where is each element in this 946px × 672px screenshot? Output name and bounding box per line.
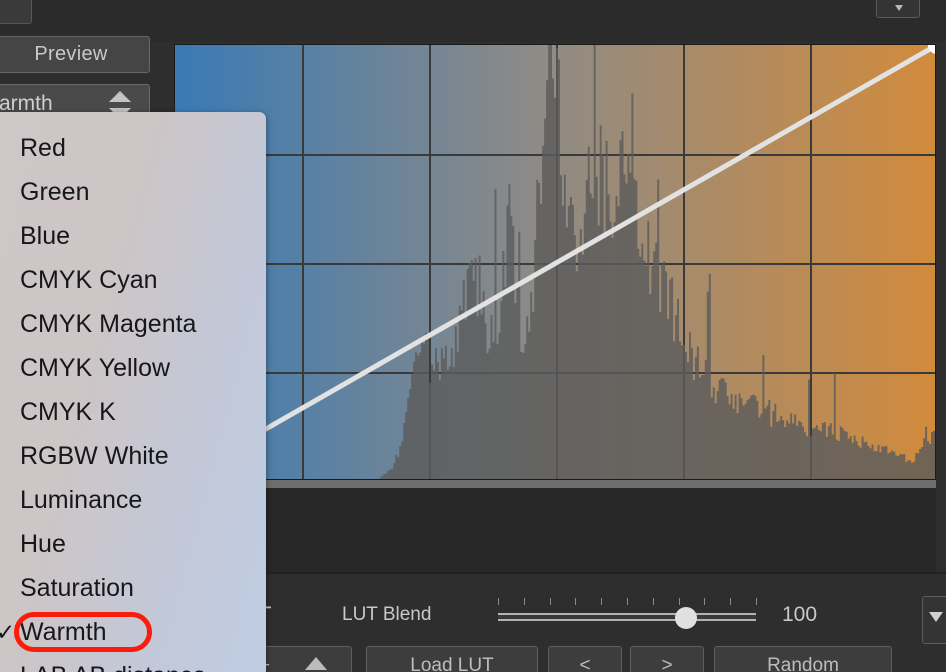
previous-lut-button[interactable]: < xyxy=(548,646,622,672)
slider-track[interactable] xyxy=(498,613,756,621)
preview-button-label: Preview xyxy=(34,43,108,65)
menu-item-rgbw-white[interactable]: RGBW White xyxy=(0,434,266,478)
menu-item-label: Blue xyxy=(20,221,71,250)
menu-item-label: CMYK Magenta xyxy=(20,309,197,338)
slider-tick xyxy=(601,598,603,605)
menu-item-green[interactable]: Green xyxy=(0,170,266,214)
slider-tick xyxy=(523,598,525,605)
menu-item-label: Warmth xyxy=(20,617,107,646)
tone-curve-line[interactable] xyxy=(175,45,936,480)
top-right-dropdown-button[interactable] xyxy=(876,0,920,18)
menu-item-label: CMYK K xyxy=(20,397,116,426)
channel-dropdown-menu[interactable]: Red Green Blue CMYK Cyan CMYK Magenta CMYK Ye… xyxy=(0,112,266,672)
lut-blend-slider[interactable] xyxy=(498,598,757,634)
random-lut-label: Random xyxy=(767,655,839,672)
color-grading-panel: Preview armth T LUT Blend 100 + Load LUT xyxy=(0,0,946,672)
curve-histogram-panel[interactable] xyxy=(174,44,936,480)
menu-item-label: Saturation xyxy=(20,573,134,602)
next-lut-label: > xyxy=(661,655,673,672)
slider-tick xyxy=(678,598,680,605)
menu-item-label: CMYK Yellow xyxy=(20,353,171,382)
tone-curve-plot[interactable] xyxy=(175,45,936,480)
menu-item-luminance[interactable]: Luminance xyxy=(0,478,266,522)
menu-item-label: CMYK Cyan xyxy=(20,265,158,294)
previous-lut-label: < xyxy=(579,655,591,672)
slider-tick xyxy=(756,598,757,605)
right-dropdown-button[interactable] xyxy=(922,596,946,644)
menu-item-warmth[interactable]: ✓ Warmth xyxy=(0,610,266,654)
slider-tick xyxy=(704,598,706,605)
slider-ticks xyxy=(498,598,757,606)
menu-item-cmyk-magenta[interactable]: CMYK Magenta xyxy=(0,302,266,346)
chevron-down-icon xyxy=(895,5,903,11)
menu-item-saturation[interactable]: Saturation xyxy=(0,566,266,610)
menu-item-cmyk-yellow[interactable]: CMYK Yellow xyxy=(0,346,266,390)
slider-tick xyxy=(498,598,499,605)
slider-tick xyxy=(549,598,551,605)
slider-tick xyxy=(575,598,577,605)
panel-lower-blank-area xyxy=(174,488,936,572)
next-lut-button[interactable]: > xyxy=(630,646,704,672)
menu-item-label: LAB AB distance xyxy=(20,662,206,672)
slider-tick xyxy=(627,598,628,605)
top-left-button[interactable] xyxy=(0,0,32,24)
load-lut-label: Load LUT xyxy=(410,655,494,672)
menu-item-blue[interactable]: Blue xyxy=(0,214,266,258)
load-lut-button[interactable]: Load LUT xyxy=(366,646,538,672)
checkmark-icon: ✓ xyxy=(0,618,16,645)
menu-item-label: Hue xyxy=(20,529,66,558)
menu-item-label: Red xyxy=(20,133,66,162)
panel-scroll-rail[interactable] xyxy=(174,480,936,488)
menu-item-red[interactable]: Red xyxy=(0,126,266,170)
menu-item-label: RGBW White xyxy=(20,441,169,470)
menu-item-lab-ab-distance[interactable]: LAB AB distance xyxy=(0,654,266,672)
menu-item-cmyk-k[interactable]: CMYK K xyxy=(0,390,266,434)
lut-blend-value: 100 xyxy=(782,603,818,626)
menu-item-label: Luminance xyxy=(20,485,143,514)
slider-tick xyxy=(730,598,732,605)
slider-tick xyxy=(652,598,654,605)
preview-button[interactable]: Preview xyxy=(0,36,150,73)
triangle-up-icon xyxy=(109,91,131,102)
chevron-down-icon xyxy=(929,612,943,622)
menu-item-label: Green xyxy=(20,177,90,206)
random-lut-button[interactable]: Random xyxy=(714,646,892,672)
lut-blend-label: LUT Blend xyxy=(342,604,432,625)
slider-thumb[interactable] xyxy=(675,607,698,629)
menu-item-hue[interactable]: Hue xyxy=(0,522,266,566)
menu-item-cmyk-cyan[interactable]: CMYK Cyan xyxy=(0,258,266,302)
